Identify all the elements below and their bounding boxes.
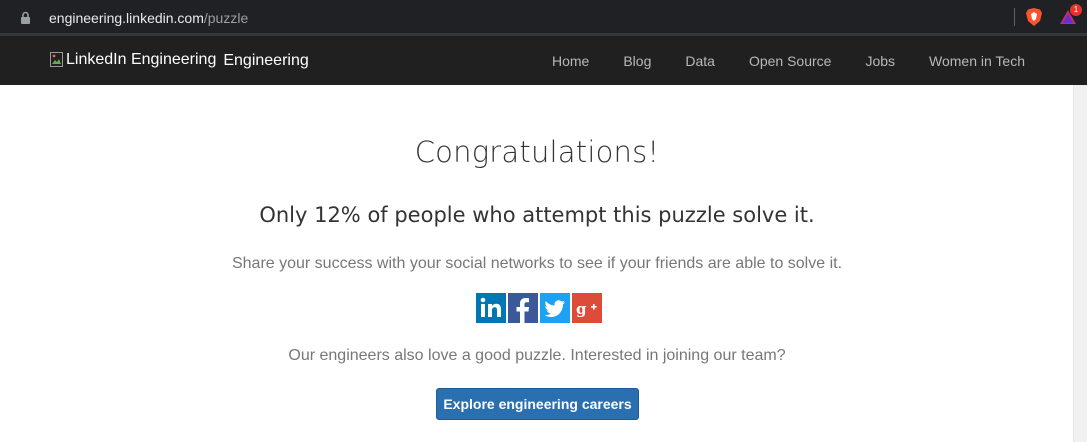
- url-text: engineering.linkedin.com/puzzle: [49, 10, 248, 26]
- page-scrollbar[interactable]: [1073, 85, 1087, 442]
- nav-link-jobs[interactable]: Jobs: [865, 53, 895, 69]
- explore-careers-button[interactable]: Explore engineering careers: [436, 388, 639, 420]
- logo-suffix: Engineering: [223, 52, 309, 69]
- url-path: /puzzle: [203, 10, 249, 26]
- browser-toolbar: engineering.linkedin.com/puzzle 1: [0, 0, 1087, 35]
- puzzle-result: Congratulations! Only 12% of people who …: [0, 85, 1074, 442]
- site-logo[interactable]: LinkedIn Engineering Engineering: [50, 49, 309, 71]
- broken-image-icon: [50, 52, 64, 68]
- facebook-icon: [516, 298, 529, 323]
- svg-text:g: g: [576, 300, 587, 318]
- brave-shield-icon[interactable]: [1025, 7, 1043, 27]
- google-plus-icon: g: [576, 300, 597, 318]
- toolbar-divider: [1014, 8, 1015, 26]
- lock-icon: [21, 11, 30, 24]
- logo-alt-text: LinkedIn Engineering: [66, 51, 217, 68]
- twitter-share-button[interactable]: [540, 293, 570, 323]
- rewards-badge: 1: [1070, 4, 1082, 16]
- careers-prompt: Our engineers also love a good puzzle. I…: [288, 347, 786, 364]
- share-prompt: Share your success with your social netw…: [231, 255, 843, 272]
- facebook-share-button[interactable]: [508, 293, 538, 323]
- address-bar[interactable]: engineering.linkedin.com/puzzle: [8, 3, 1008, 30]
- social-share-row: g: [476, 293, 602, 323]
- google-plus-share-button[interactable]: g: [572, 293, 602, 323]
- nav-link-data[interactable]: Data: [685, 53, 715, 69]
- solve-rate-text: Only 12% of people who attempt this puzz…: [259, 203, 815, 227]
- twitter-icon: [544, 300, 565, 317]
- nav-link-home[interactable]: Home: [552, 53, 589, 69]
- linkedin-icon: [480, 297, 501, 317]
- url-host: engineering.linkedin.com: [49, 10, 204, 26]
- nav-link-open-source[interactable]: Open Source: [749, 53, 832, 69]
- linkedin-share-button[interactable]: [476, 293, 506, 323]
- nav-link-blog[interactable]: Blog: [623, 53, 651, 69]
- site-nav: LinkedIn Engineering Engineering Home Bl…: [0, 36, 1087, 85]
- nav-link-women-in-tech[interactable]: Women in Tech: [929, 53, 1025, 69]
- nav-links: Home Blog Data Open Source Jobs Women in…: [518, 36, 1025, 85]
- page-title: Congratulations!: [414, 135, 660, 169]
